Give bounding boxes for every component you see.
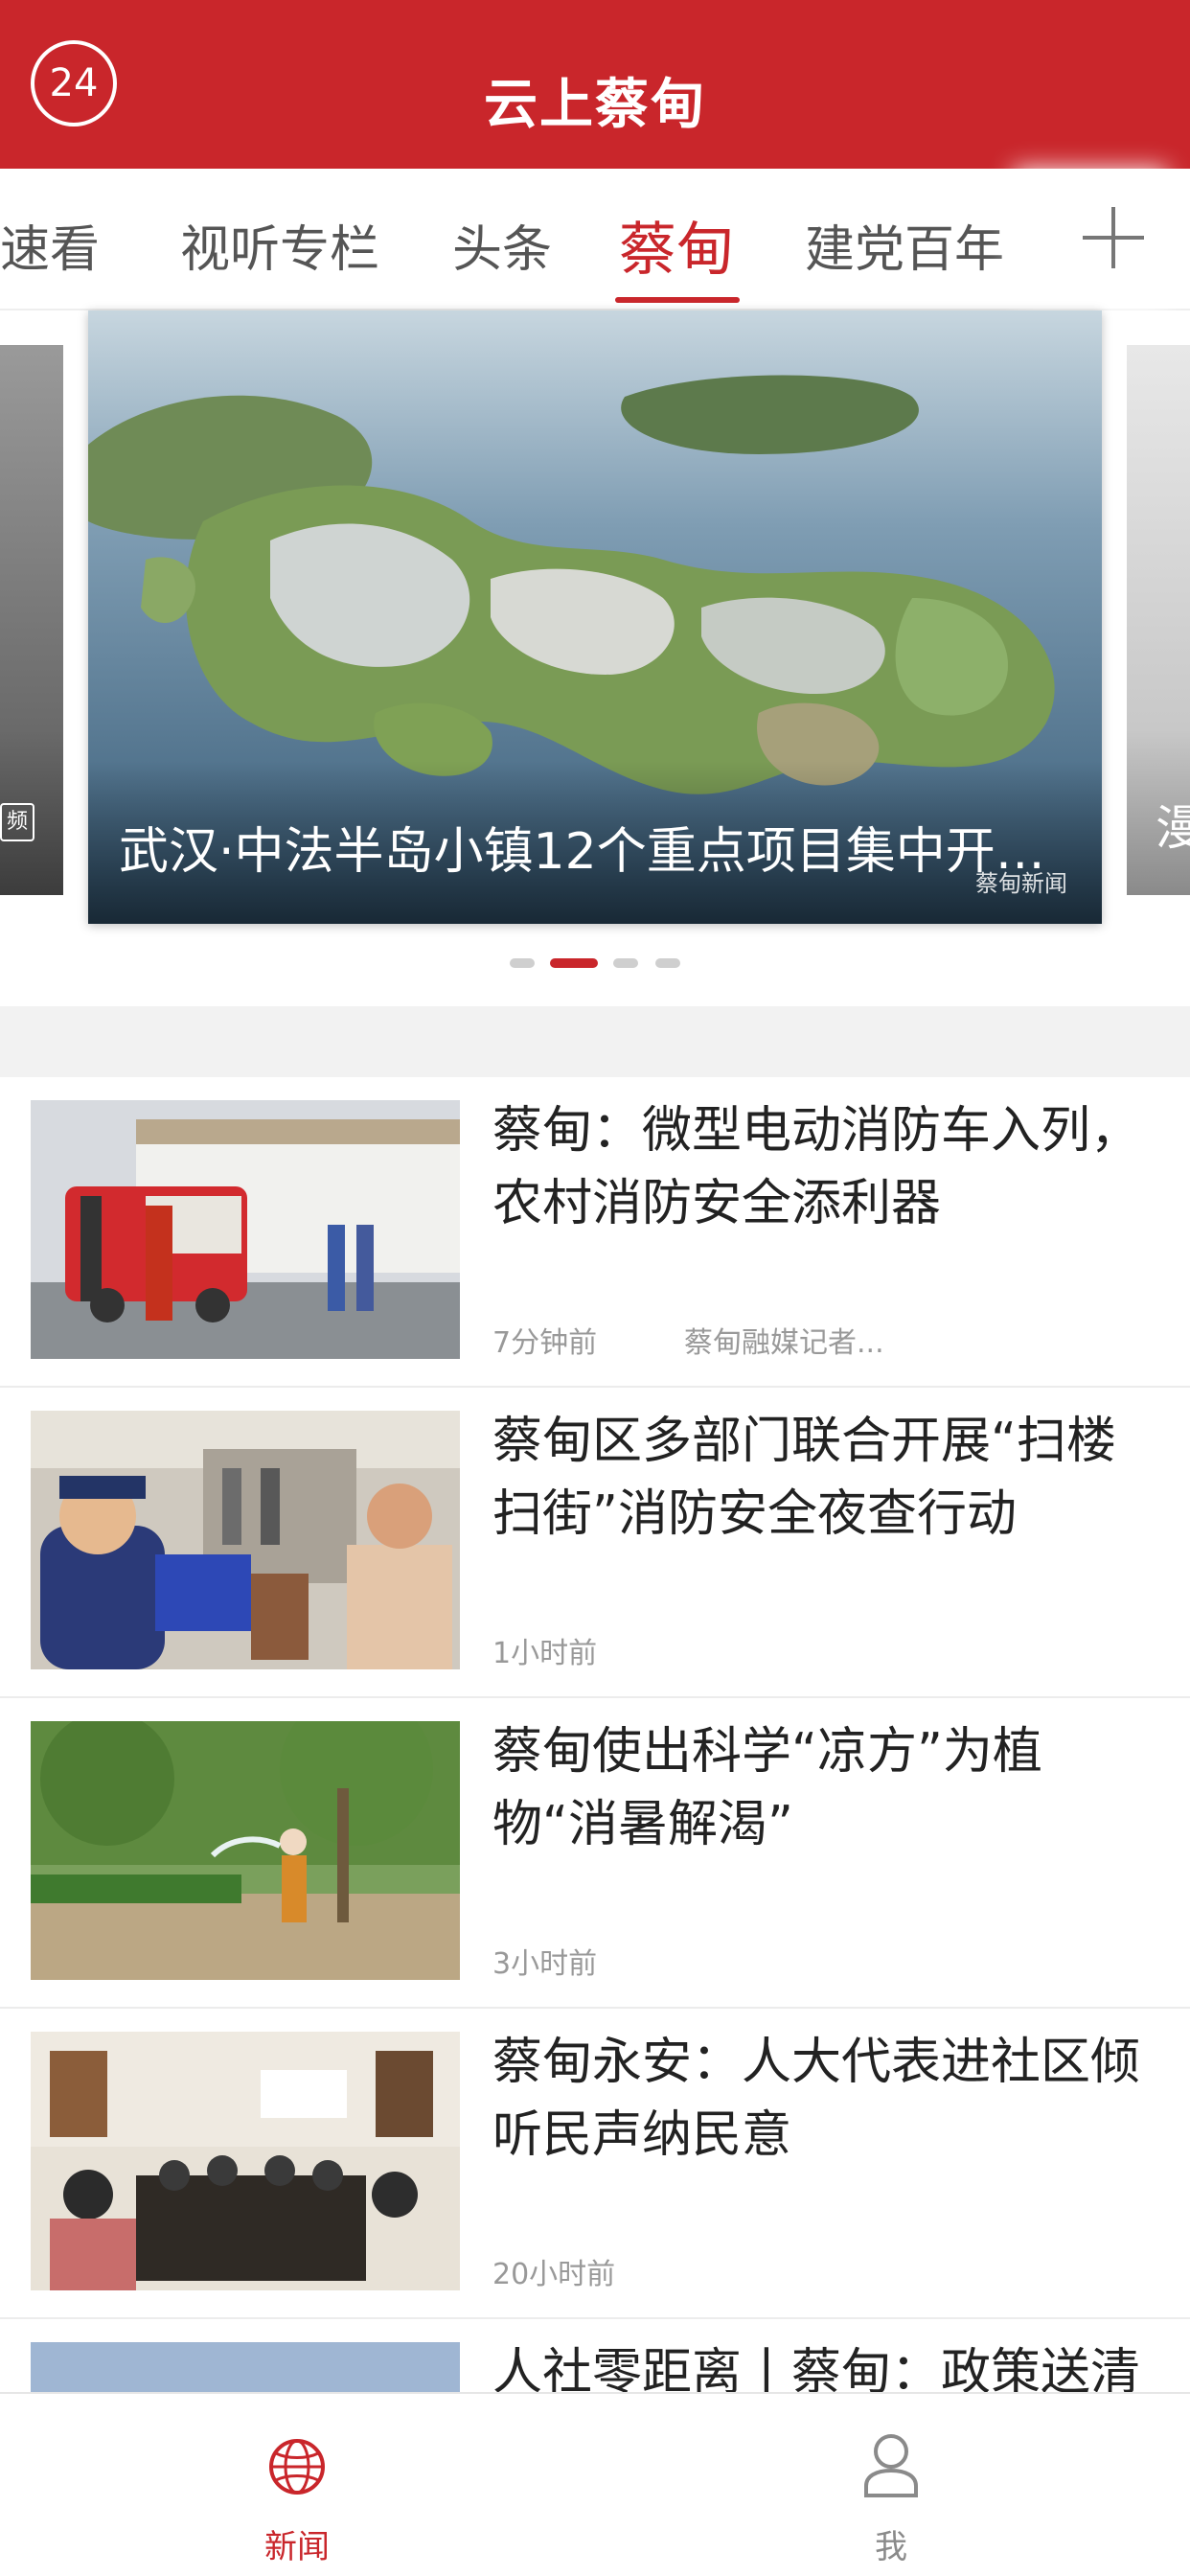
news-thumbnail — [31, 1411, 460, 1669]
user-icon — [864, 2434, 918, 2497]
news-item[interactable]: 蔡甸：微型电动消防车入列，农村消防安全添利器 7分钟前 蔡甸融媒记者... — [0, 1077, 1190, 1388]
news-time: 7分钟前 — [492, 1326, 598, 1360]
news-source: 蔡甸融媒记者... — [684, 1326, 884, 1360]
carousel-dots — [0, 958, 1190, 970]
carousel-dot-active[interactable] — [550, 958, 598, 968]
tab-jiandang[interactable]: 建党百年 — [805, 209, 1004, 281]
news-time: 1小时前 — [492, 1637, 598, 1670]
video-badge: 频 — [0, 803, 34, 841]
news-thumbnail — [31, 1721, 460, 1980]
carousel-dot[interactable] — [510, 958, 535, 968]
nav-news[interactable]: 新闻 — [201, 2415, 393, 2566]
banner-carousel[interactable]: 频 武汉·中法半岛小镇12个重点项目集中开… 蔡甸新闻 漫 — [0, 310, 1190, 1006]
nav-news-label: 新闻 — [264, 2528, 330, 2566]
carousel-dot[interactable] — [655, 958, 680, 968]
news-title[interactable]: 蔡甸：微型电动消防车入列，农村消防安全添利器 — [492, 1094, 1163, 1240]
carousel-slide[interactable]: 武汉·中法半岛小镇12个重点项目集中开… 蔡甸新闻 — [88, 310, 1102, 924]
news-item[interactable]: 蔡甸永安：人大代表进社区倾听民声纳民意 20小时前 — [0, 2009, 1190, 2319]
news-item[interactable]: 蔡甸区多部门联合开展“扫楼扫街”消防安全夜查行动 1小时前 — [0, 1388, 1190, 1698]
tab-toutiao[interactable]: 头条 — [452, 209, 552, 281]
news-item[interactable]: 蔡甸使出科学“凉方”为植物“消暑解渴” 3小时前 — [0, 1698, 1190, 2009]
news-thumbnail — [31, 1100, 460, 1359]
app-header: 24 云上蔡甸 — [0, 0, 1190, 169]
nav-me-label: 我 — [875, 2528, 907, 2566]
news-time: 3小时前 — [492, 1947, 598, 1981]
carousel-dot[interactable] — [613, 958, 638, 968]
tab-shiting[interactable]: 视听专栏 — [180, 209, 379, 281]
slide-watermark: 蔡甸新闻 — [975, 870, 1067, 897]
slide-caption[interactable]: 武汉·中法半岛小镇12个重点项目集中开… — [119, 811, 1058, 883]
news-thumbnail — [31, 2032, 460, 2290]
news-title[interactable]: 蔡甸永安：人大代表进社区倾听民声纳民意 — [492, 2026, 1163, 2172]
globe-icon — [269, 2439, 325, 2495]
app-screen: 24 云上蔡甸 速看 视听专栏 头条 蔡甸 建党百年 频 武汉·中法半岛小镇12… — [0, 0, 1190, 2576]
next-slide-caption: 漫 — [1156, 800, 1190, 856]
news-title[interactable]: 蔡甸使出科学“凉方”为植物“消暑解渴” — [492, 1715, 1163, 1861]
news-title[interactable]: 蔡甸区多部门联合开展“扫楼扫街”消防安全夜查行动 — [492, 1405, 1163, 1551]
tab-sukan[interactable]: 速看 — [0, 209, 100, 281]
bottom-nav: 新闻 我 — [0, 2392, 1190, 2576]
section-divider — [0, 1006, 1190, 1077]
channel-tabs: 速看 视听专栏 头条 蔡甸 建党百年 — [0, 169, 1190, 310]
add-channel-icon[interactable] — [1083, 207, 1144, 268]
app-title: 云上蔡甸 — [484, 74, 706, 136]
nav-me[interactable]: 我 — [795, 2415, 987, 2566]
active-tab-indicator — [615, 297, 740, 303]
tab-caidian[interactable]: 蔡甸 — [619, 203, 734, 287]
news-time: 20小时前 — [492, 2258, 616, 2291]
